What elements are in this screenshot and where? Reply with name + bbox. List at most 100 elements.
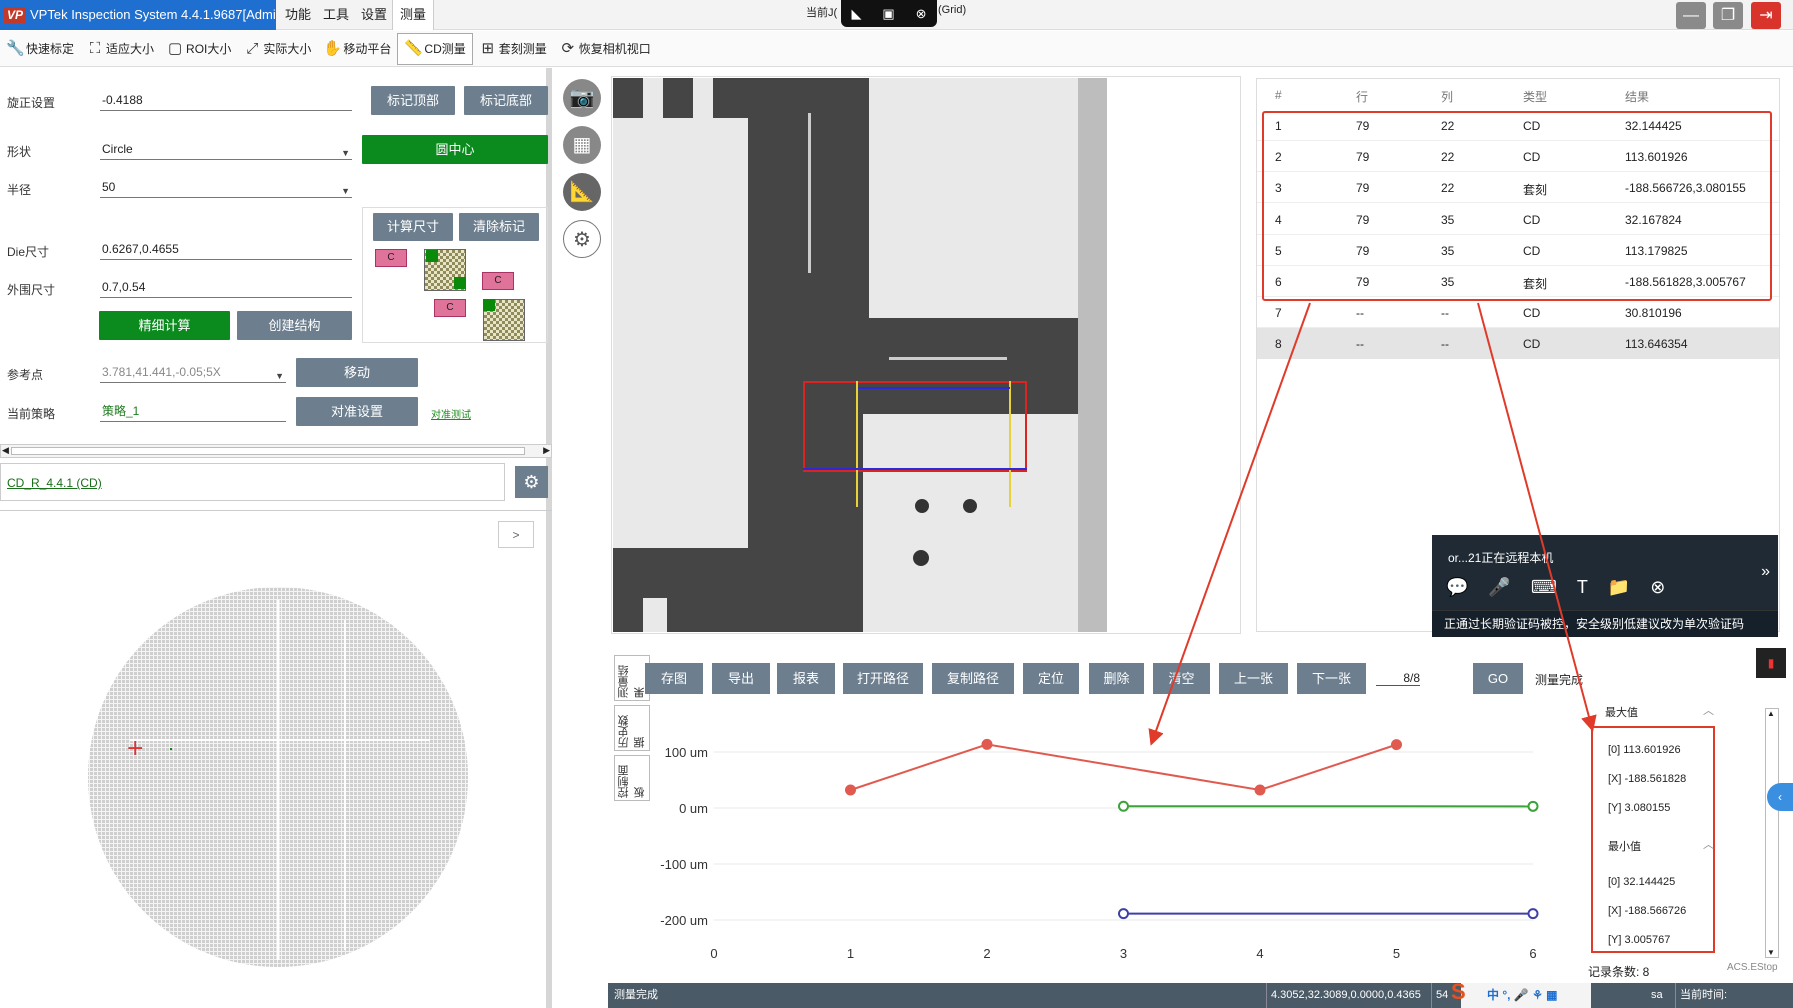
- recipe-box: CD_R_4.4.1 (CD): [0, 463, 505, 501]
- ref-point-select[interactable]: 3.781,41.441,-0.05;5X ▼: [100, 361, 286, 383]
- stats-scrollbar[interactable]: ▲ ▼: [1765, 708, 1779, 958]
- trace-line: [889, 357, 1007, 360]
- camera-view[interactable]: [613, 78, 1107, 632]
- plus-icon: ⊞: [481, 39, 495, 57]
- calc-size-button[interactable]: 计算尺寸: [373, 213, 453, 241]
- restore-icon[interactable]: ❐: [1713, 2, 1743, 29]
- die-corner-marker: [454, 277, 466, 289]
- min-value-x: [X] -188.566726: [1608, 905, 1687, 917]
- export-button[interactable]: 导出: [712, 663, 770, 694]
- scroll-up-icon[interactable]: ▲: [1767, 709, 1775, 718]
- scroll-left-icon[interactable]: ◀: [2, 445, 9, 456]
- rotation-input[interactable]: -0.4188: [100, 89, 352, 111]
- mark-bottom-button[interactable]: 标记底部: [464, 86, 548, 115]
- expand-button[interactable]: >: [498, 521, 534, 548]
- scroll-thumb[interactable]: [11, 447, 525, 455]
- clear-button[interactable]: 清空: [1153, 663, 1210, 694]
- delete-button[interactable]: 删除: [1089, 663, 1144, 694]
- quick-calibrate-button[interactable]: 🔧 快速标定: [0, 33, 80, 65]
- die-size-input[interactable]: 0.6267,0.4655: [100, 238, 352, 260]
- min-title: 最小值: [1608, 841, 1641, 853]
- circle-center-button[interactable]: 圆中心: [362, 135, 548, 164]
- table-row[interactable]: 8 -- -- CD 113.646354: [1257, 328, 1779, 360]
- col-header-result: 结果: [1625, 90, 1650, 104]
- open-path-button[interactable]: 打开路径: [843, 663, 923, 694]
- exit-icon[interactable]: ⇥: [1751, 2, 1781, 29]
- user-label: sa: [1651, 989, 1663, 1001]
- expand-icon: ⤢: [246, 39, 259, 57]
- wafer-map[interactable]: +: [70, 580, 490, 980]
- mark-top-button[interactable]: 标记顶部: [371, 86, 455, 115]
- overlay-measure-button[interactable]: ⊞ 套刻测量: [473, 33, 553, 65]
- outer-size-input[interactable]: 0.7,0.54: [100, 276, 352, 298]
- menu-function[interactable]: 功能: [278, 0, 318, 30]
- collapse-min-icon[interactable]: ︿: [1703, 836, 1714, 852]
- save-image-button[interactable]: 存图: [645, 663, 703, 694]
- clear-mark-button[interactable]: 清除标记: [459, 213, 539, 241]
- menu-settings[interactable]: 设置: [354, 0, 394, 30]
- data-point: [845, 784, 856, 796]
- locate-button[interactable]: 定位: [1023, 663, 1079, 694]
- prev-button[interactable]: 上一张: [1219, 663, 1288, 694]
- max-value-0: [0] 113.601926: [1608, 744, 1681, 756]
- move-stage-button[interactable]: ✋ 移动平台: [317, 33, 397, 65]
- shape-select[interactable]: Circle ▼: [100, 138, 352, 160]
- edge-line-left: [856, 381, 858, 507]
- table-cell: --: [1356, 337, 1364, 352]
- settings-grid-icon[interactable]: ⚙: [563, 220, 601, 258]
- chevron-right-icon[interactable]: »: [1761, 563, 1770, 581]
- menu-measure[interactable]: 测量: [392, 0, 435, 30]
- grid-icon[interactable]: ▦: [563, 126, 601, 164]
- ime-bar[interactable]: 中 °, 🎤 ⚘ ▦: [1461, 983, 1591, 1008]
- sogou-icon[interactable]: S: [1451, 979, 1466, 1004]
- horizontal-scrollbar[interactable]: ◀ ▶: [0, 444, 552, 458]
- minimize-icon[interactable]: —: [1676, 2, 1706, 29]
- mic-icon[interactable]: 🎤: [1488, 577, 1510, 598]
- scroll-down-icon[interactable]: ▼: [1767, 948, 1775, 957]
- report-button[interactable]: 报表: [777, 663, 835, 694]
- camera-icon[interactable]: 📷: [563, 79, 601, 117]
- radius-select[interactable]: 50 ▼: [100, 176, 352, 198]
- keyboard-icon[interactable]: ⌨: [1531, 577, 1557, 598]
- align-settings-button[interactable]: 对准设置: [296, 397, 418, 426]
- menu-tools[interactable]: 工具: [316, 0, 356, 30]
- scroll-right-icon[interactable]: ▶: [543, 445, 550, 456]
- folder-icon[interactable]: 📁: [1608, 577, 1630, 598]
- move-button[interactable]: 移动: [296, 358, 418, 387]
- recipe-link[interactable]: CD_R_4.4.1 (CD): [7, 476, 102, 490]
- roi-rectangle[interactable]: [803, 381, 1027, 472]
- strategy-input[interactable]: 策略_1: [100, 400, 286, 422]
- align-test-link[interactable]: 对准测试: [431, 406, 471, 421]
- restore-camera-label: 恢复相机视口: [578, 42, 651, 56]
- cd-measure-button[interactable]: 📏 CD测量: [397, 32, 473, 65]
- actual-size-button[interactable]: ⤢ 实际大小: [237, 33, 317, 65]
- page-indicator: 8/8: [1376, 671, 1420, 686]
- close-circle-icon[interactable]: ⊗: [1650, 577, 1665, 598]
- close-remote-icon[interactable]: ⊗: [916, 6, 927, 22]
- fine-calc-button[interactable]: 精细计算: [99, 311, 230, 340]
- go-button[interactable]: GO: [1473, 663, 1523, 694]
- fit-size-button[interactable]: ⛶ 适应大小: [80, 33, 160, 65]
- measure-status: 测量完成: [1535, 673, 1584, 687]
- ruler-tool-icon[interactable]: 📐: [563, 173, 601, 211]
- overlay-measure-label: 套刻测量: [498, 42, 547, 56]
- side-collapse-icon[interactable]: ‹: [1767, 783, 1793, 811]
- die-corner-marker: [483, 299, 495, 311]
- y-tick-label: 100 um: [665, 745, 708, 760]
- remote-popup: or...21正在远程本机 💬 🎤 ⌨ T 📁 ⊗ » 正通过长期验证码被控，安…: [1432, 535, 1778, 637]
- refresh-gear-icon[interactable]: ⚙: [515, 466, 548, 498]
- cursor-icon[interactable]: ◣: [851, 6, 861, 22]
- next-button[interactable]: 下一张: [1297, 663, 1366, 694]
- screen-icon[interactable]: ▣: [882, 6, 894, 22]
- text-icon[interactable]: T: [1577, 577, 1588, 598]
- folder-red-icon[interactable]: ▮: [1756, 648, 1786, 678]
- restore-camera-button[interactable]: ⟳ 恢复相机视口: [553, 33, 657, 65]
- table-row[interactable]: 7 -- -- CD 30.810196: [1257, 297, 1779, 329]
- chat-icon[interactable]: 💬: [1446, 577, 1468, 598]
- create-structure-button[interactable]: 创建结构: [237, 311, 352, 340]
- remote-prefix: 当前J(: [806, 7, 838, 19]
- collapse-max-icon[interactable]: ︿: [1703, 702, 1714, 718]
- x-tick-label: 2: [983, 946, 990, 961]
- copy-path-button[interactable]: 复制路径: [932, 663, 1014, 694]
- roi-size-button[interactable]: ▢ ROI大小: [160, 33, 237, 65]
